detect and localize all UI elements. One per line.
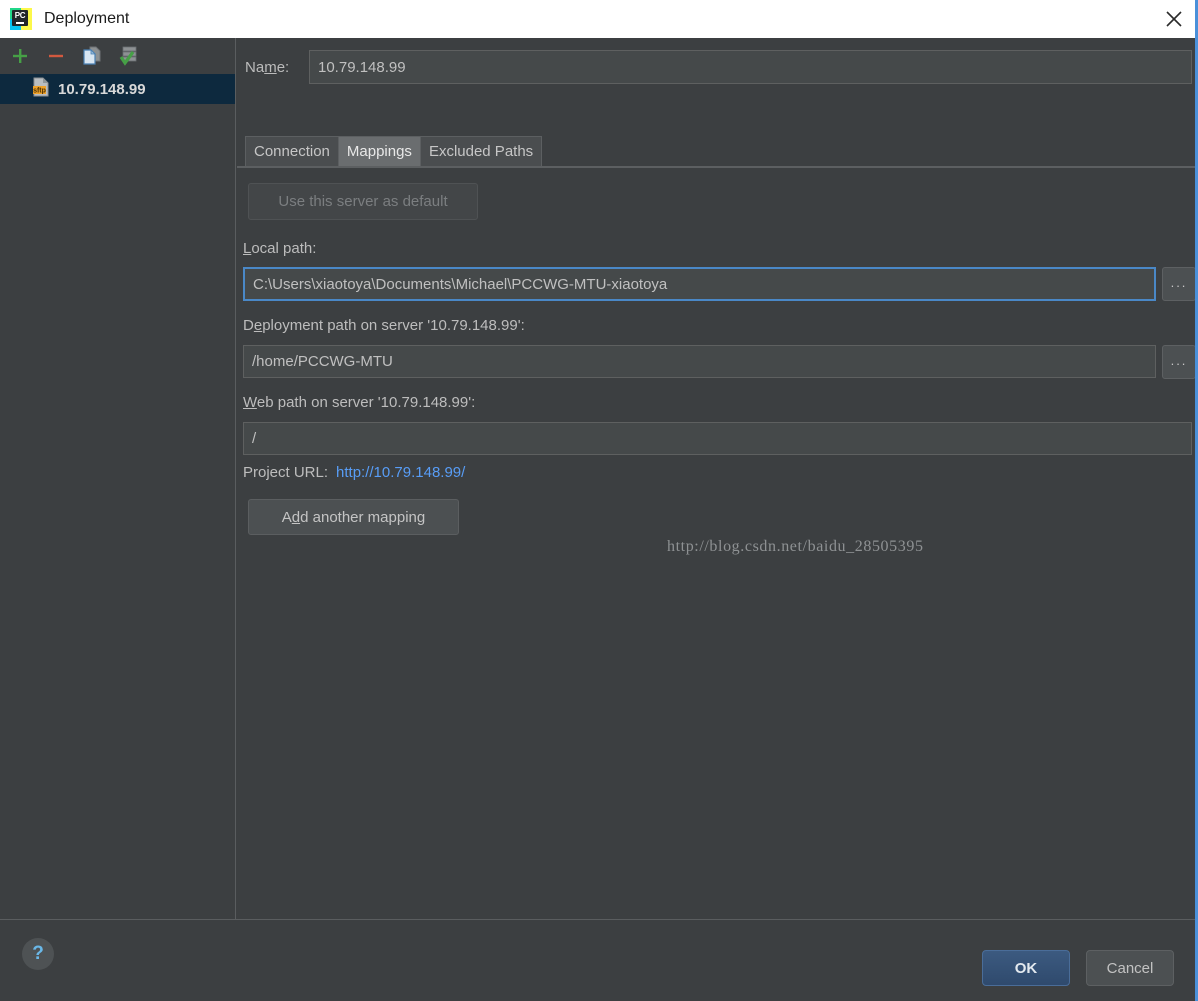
local-path-label: Local path: <box>243 240 317 257</box>
add-another-mapping-button[interactable]: Add another mapping <box>248 499 459 535</box>
local-path-browse-button[interactable]: ... <box>1162 267 1196 301</box>
main-panel: Name: Connection Mappings Excluded Paths… <box>237 38 1198 919</box>
cancel-button[interactable]: Cancel <box>1086 950 1174 986</box>
set-default-server-button[interactable] <box>114 42 142 70</box>
use-this-server-as-default-button[interactable]: Use this server as default <box>248 183 478 220</box>
name-label: Name: <box>245 58 290 76</box>
tab-connection[interactable]: Connection <box>245 136 339 166</box>
pycharm-logo-icon: PC <box>10 8 32 30</box>
server-list-sidebar: sftp 10.79.148.99 <box>0 38 236 919</box>
project-url-row: Project URL: http://10.79.148.99/ <box>243 464 465 481</box>
add-server-button[interactable] <box>6 42 34 70</box>
watermark-text: http://blog.csdn.net/baidu_28505395 <box>667 538 924 555</box>
sidebar-toolbar <box>0 38 235 74</box>
project-url-link[interactable]: http://10.79.148.99/ <box>336 464 465 481</box>
sidebar-item-label: 10.79.148.99 <box>58 80 146 98</box>
server-list: sftp 10.79.148.99 <box>0 74 235 919</box>
window-title: Deployment <box>44 10 130 27</box>
remove-server-button[interactable] <box>42 42 70 70</box>
tab-excluded-paths-label: Excluded Paths <box>428 142 534 160</box>
project-url-label: Project URL: <box>243 464 329 481</box>
web-path-input[interactable] <box>243 422 1192 455</box>
help-icon[interactable]: ? <box>22 938 54 970</box>
tab-underline-divider <box>237 166 1198 168</box>
name-input[interactable] <box>309 50 1192 84</box>
close-icon[interactable] <box>1150 0 1198 38</box>
dialog-footer: ? OK Cancel <box>0 919 1198 1001</box>
tab-mappings-label: Mappings <box>346 142 412 160</box>
copy-server-button[interactable] <box>78 42 106 70</box>
name-row: Name: <box>245 50 1192 84</box>
svg-text:sftp: sftp <box>33 87 46 94</box>
ok-button[interactable]: OK <box>982 950 1070 986</box>
tab-mappings[interactable]: Mappings <box>337 136 421 166</box>
tab-connection-label: Connection <box>254 142 330 160</box>
tab-bar: Connection Mappings Excluded Paths <box>245 136 543 166</box>
local-path-input[interactable] <box>243 267 1156 301</box>
deployment-path-browse-button[interactable]: ... <box>1162 345 1196 379</box>
sidebar-item-server[interactable]: sftp 10.79.148.99 <box>0 74 235 104</box>
sftp-file-icon: sftp <box>32 77 50 102</box>
deployment-path-input[interactable] <box>243 345 1156 378</box>
deployment-path-label: Deployment path on server '10.79.148.99'… <box>243 317 525 334</box>
title-bar: PC Deployment <box>0 0 1198 38</box>
tab-excluded-paths[interactable]: Excluded Paths <box>419 136 543 166</box>
web-path-label: Web path on server '10.79.148.99': <box>243 394 476 411</box>
dialog-body: sftp 10.79.148.99 Name: Connection Mappi… <box>0 38 1198 919</box>
